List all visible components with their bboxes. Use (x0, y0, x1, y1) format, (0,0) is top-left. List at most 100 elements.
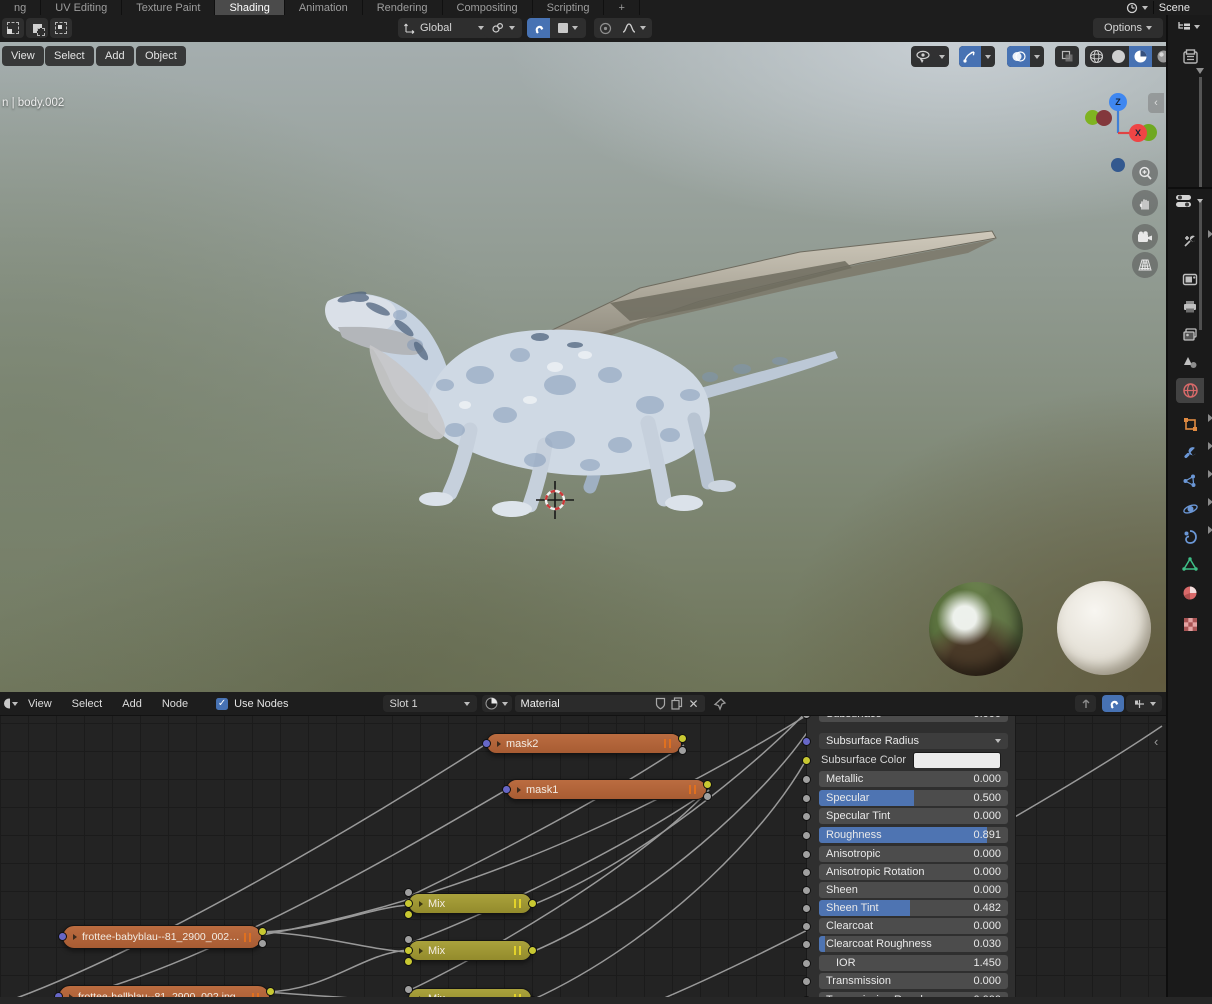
panel-collapse-arrow[interactable] (1208, 526, 1212, 534)
outliner-filter-icon[interactable] (1182, 48, 1200, 66)
workspace-tab-rendering[interactable]: Rendering (363, 0, 443, 15)
panel-collapse-arrow[interactable] (1208, 470, 1212, 478)
browse-material-dropdown[interactable] (481, 695, 512, 712)
prop-ior[interactable]: IOR 1.450 (819, 955, 1008, 971)
color-swatch[interactable] (913, 752, 1001, 768)
socket-specular[interactable] (802, 794, 811, 803)
workspace-tab-scripting[interactable]: Scripting (533, 0, 605, 15)
scene-name[interactable]: Scene (1159, 2, 1190, 14)
overlays-dropdown[interactable] (1007, 46, 1044, 67)
node-snap-element-dropdown[interactable] (1126, 695, 1162, 712)
go-to-parent-node-button[interactable] (1075, 695, 1096, 712)
socket-anisotropic[interactable] (802, 850, 811, 859)
socket-color1-input[interactable] (404, 946, 413, 955)
socket-color2-input[interactable] (404, 957, 413, 966)
panel-collapse-arrow[interactable] (1208, 498, 1212, 506)
socket-color2-input[interactable] (404, 910, 413, 919)
tab-modifiers[interactable] (1176, 440, 1204, 465)
workspace-tab-compositing[interactable]: Compositing (443, 0, 533, 15)
prop-clearcoat[interactable]: Clearcoat 0.000 (819, 918, 1008, 934)
snap-element-dropdown[interactable] (550, 18, 586, 38)
socket-color-output[interactable] (703, 780, 712, 789)
menu-select[interactable]: Select (62, 698, 113, 710)
node-mix-1[interactable]: Mix (408, 893, 532, 914)
menu-select[interactable]: Select (45, 46, 94, 66)
tab-view-layer[interactable] (1176, 322, 1204, 347)
pan-button[interactable] (1132, 190, 1158, 216)
tab-material[interactable] (1176, 580, 1204, 605)
socket-color-output[interactable] (266, 987, 275, 996)
menu-node[interactable]: Node (152, 698, 198, 710)
add-workspace-button[interactable]: + (604, 0, 640, 15)
visibility-dropdown[interactable] (911, 46, 949, 67)
prop-roughness[interactable]: Roughness 0.891 (819, 827, 1008, 843)
socket-color-output[interactable] (678, 734, 687, 743)
prop-sheen[interactable]: Sheen 0.000 (819, 882, 1008, 898)
gizmo-axis-x[interactable]: X (1129, 124, 1147, 142)
socket-subsurface-radius[interactable] (802, 737, 811, 746)
snap-toggle-button[interactable] (527, 18, 550, 38)
pin-icon[interactable] (713, 697, 727, 711)
socket-specular-tint[interactable] (802, 812, 811, 821)
menu-add[interactable]: Add (112, 698, 152, 710)
viewport-3d[interactable]: Global Options View Select Add Object n … (0, 15, 1166, 692)
prop-sheen-tint[interactable]: Sheen Tint 0.482 (819, 900, 1008, 916)
socket-color1-input[interactable] (404, 899, 413, 908)
tab-texture[interactable] (1176, 612, 1204, 637)
select-mode-new-button[interactable] (2, 18, 24, 38)
prop-anisotropic[interactable]: Anisotropic 0.000 (819, 846, 1008, 862)
prop-subsurface-radius[interactable]: Subsurface Radius (819, 733, 1008, 749)
xray-toggle[interactable] (1055, 46, 1079, 67)
tab-world[interactable] (1176, 378, 1204, 403)
hdri-preview-sphere[interactable] (929, 582, 1023, 676)
prop-subsurface-color[interactable]: Subsurface Color (819, 752, 1008, 768)
node-mask1[interactable]: mask1 (506, 779, 707, 800)
tab-object-data[interactable] (1176, 552, 1204, 577)
shader-editor[interactable]: Subsurface0.000 Subsurface Radius Subsur… (0, 692, 1166, 1004)
zoom-button[interactable] (1132, 160, 1158, 186)
socket-fac-input[interactable] (404, 888, 413, 897)
prop-clearcoat-roughness[interactable]: Clearcoat Roughness 0.030 (819, 936, 1008, 952)
prop-specular[interactable]: Specular 0.500 (819, 790, 1008, 806)
socket-transmission[interactable] (802, 977, 811, 986)
menu-view[interactable]: View (18, 698, 62, 710)
snap-target-dropdown[interactable] (484, 18, 522, 38)
menu-view[interactable]: View (2, 46, 44, 66)
socket-sheen[interactable] (802, 886, 811, 895)
socket-alpha-output[interactable] (258, 939, 267, 948)
socket-color-output[interactable] (258, 927, 267, 936)
outliner-editor-dropdown[interactable] (1176, 20, 1200, 34)
scene-icon[interactable] (1126, 1, 1148, 14)
socket-clearcoat-roughness[interactable] (802, 940, 811, 949)
properties-editor-dropdown[interactable] (1175, 193, 1203, 209)
workspace-tab-animation[interactable]: Animation (285, 0, 363, 15)
use-nodes-checkbox[interactable]: ✓ Use Nodes (216, 697, 289, 710)
sidebar-expand-arrow[interactable]: ‹ (1154, 734, 1158, 749)
perspective-toggle-button[interactable] (1132, 252, 1158, 278)
panel-collapse-arrow[interactable] (1208, 442, 1212, 450)
socket-color-output[interactable] (528, 899, 537, 908)
panel-collapse-arrow[interactable] (1208, 414, 1212, 422)
socket-vector-input[interactable] (58, 932, 67, 941)
prop-anisotropic-rotation[interactable]: Anisotropic Rotation 0.000 (819, 864, 1008, 880)
socket-anisotropic-rotation[interactable] (802, 868, 811, 877)
socket-alpha-output[interactable] (703, 792, 712, 801)
camera-view-button[interactable] (1132, 224, 1158, 250)
socket-ior[interactable] (802, 959, 811, 968)
shading-wireframe-button[interactable] (1085, 46, 1108, 67)
socket-color-output[interactable] (528, 946, 537, 955)
prop-transmission[interactable]: Transmission 0.000 (819, 973, 1008, 989)
socket-vector-input[interactable] (502, 785, 511, 794)
principled-bsdf-node[interactable]: Subsurface0.000 Subsurface Radius Subsur… (802, 702, 1016, 1004)
socket-vector-input[interactable] (482, 739, 491, 748)
proportional-editing-toggle[interactable] (594, 18, 616, 38)
socket-subsurface-color[interactable] (802, 756, 811, 765)
socket-clearcoat[interactable] (802, 922, 811, 931)
node-mix-2[interactable]: Mix (408, 940, 532, 961)
socket-fac-input[interactable] (404, 985, 413, 994)
shading-solid-button[interactable] (1108, 46, 1129, 67)
select-mode-subtract-button[interactable] (50, 18, 72, 38)
gizmo-axis-z[interactable]: Z (1109, 93, 1127, 111)
gizmos-dropdown[interactable] (959, 46, 995, 67)
prop-metallic[interactable]: Metallic 0.000 (819, 771, 1008, 787)
